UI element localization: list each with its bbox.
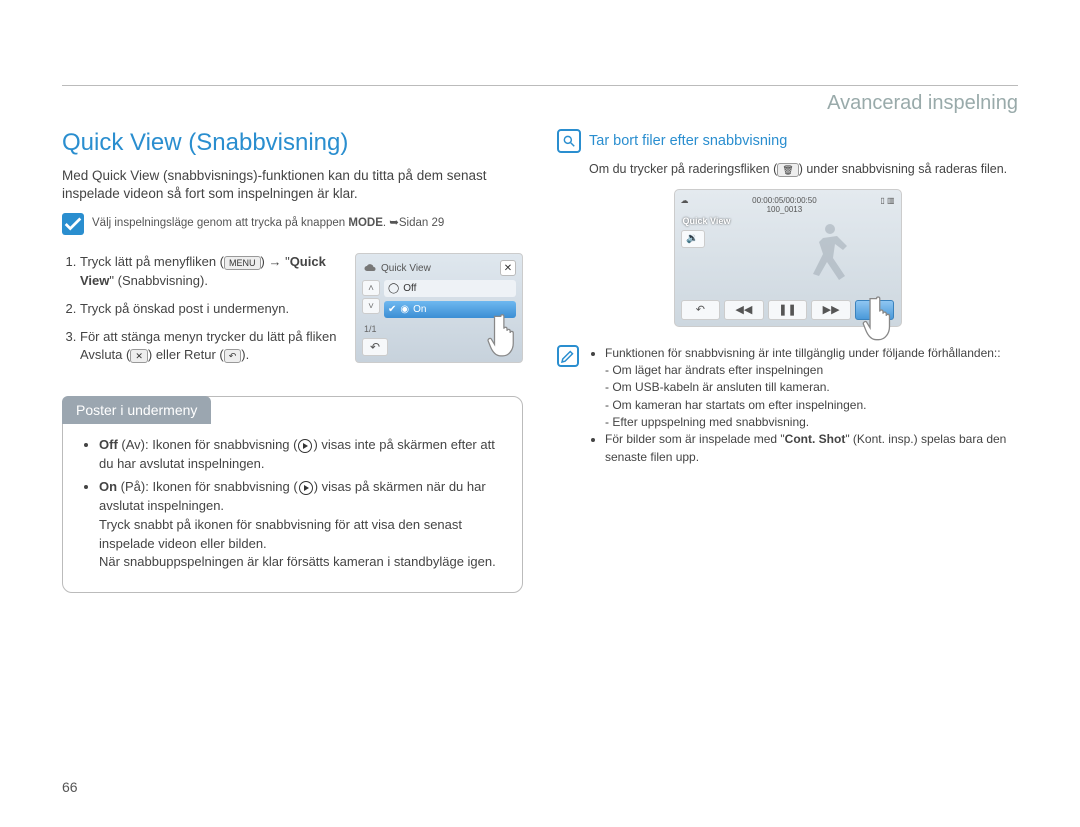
note2-pre: För bilder som är inspelade med " — [605, 432, 785, 446]
off-label: Off — [99, 437, 118, 452]
right-column: Tar bort filer efter snabbvisning Om du … — [557, 129, 1018, 593]
cloud-small-icon: ☁ — [681, 196, 689, 214]
note-sub-2: Om kameran har startats om efter inspeln… — [605, 397, 1018, 414]
rewind-button[interactable]: ◀◀ — [724, 300, 764, 320]
step-3: För att stänga menyn trycker du lätt på … — [80, 328, 341, 364]
pencil-note-icon — [557, 345, 579, 367]
note-sub-0: Om läget har ändrats efter inspelningen — [605, 362, 1018, 379]
mode-note: Välj inspelningsläge genom att trycka på… — [62, 213, 523, 235]
rdesc-pre: Om du trycker på raderingsfliken ( — [589, 162, 777, 176]
note-pre: Välj inspelningsläge genom att trycka på… — [92, 217, 348, 229]
check-small-icon: ✔ — [388, 304, 396, 315]
pause-button[interactable]: ❚❚ — [768, 300, 808, 320]
note-contshot: För bilder som är inspelade med "Cont. S… — [605, 431, 1018, 466]
step3-post: ). — [241, 347, 249, 362]
on-rest2: Tryck snabbt på ikonen för snabbvisning … — [99, 517, 462, 551]
on-label: On — [99, 479, 117, 494]
play-icon — [298, 439, 312, 453]
return-button[interactable]: ↶ — [681, 300, 721, 320]
section-title: Quick View (Snabbvisning) — [62, 129, 523, 157]
menu-off-label: Off — [403, 283, 416, 294]
submenu-header: Poster i undermeny — [62, 396, 211, 424]
step-2: Tryck på önskad post i undermenyn. — [80, 300, 341, 318]
hand-pointer-icon — [861, 290, 905, 344]
left-column: Quick View (Snabbvisning) Med Quick View… — [62, 129, 523, 593]
on-bullet-icon: ◉ — [400, 304, 409, 315]
note2-bold: Cont. Shot — [785, 432, 846, 446]
play-icon — [299, 481, 313, 495]
off-paren: (Av): Ikonen för snabbvisning ( — [118, 437, 298, 452]
step-1: Tryck lätt på menyfliken (MENU) → "Quick… — [80, 253, 341, 289]
step1-mid: ) → " — [261, 254, 290, 269]
right-description: Om du trycker på raderingsfliken (🗑) und… — [589, 161, 1018, 179]
mode-note-text: Välj inspelningsläge genom att trycka på… — [92, 213, 444, 232]
step3-mid: ) eller Retur ( — [148, 347, 224, 362]
volume-icon[interactable]: 🔉 — [681, 230, 705, 248]
note-sublist: Om läget har ändrats efter inspelningen … — [605, 362, 1018, 432]
arrow-down-icon[interactable]: ˅ — [362, 298, 380, 314]
menu-on-label: On — [413, 304, 426, 315]
close-icon[interactable]: ✕ — [500, 260, 516, 276]
submenu-item-off: Off (Av): Ikonen för snabbvisning () vis… — [99, 436, 502, 474]
steps-list: Tryck lätt på menyfliken (MENU) → "Quick… — [62, 253, 341, 374]
playback-screen-illustration: ☁ 00:00:05/00:00:50 100_0013 ▯ ▥ Quick V… — [674, 189, 902, 327]
breadcrumb: Avancerad inspelning — [62, 92, 1018, 115]
step1-post: " (Snabbvisning). — [109, 273, 208, 288]
divider-top — [62, 85, 1018, 86]
cloud-icon — [364, 262, 376, 274]
on-rest3: När snabbuppspelningen är klar försätts … — [99, 554, 496, 569]
menu-title-text: Quick View — [381, 263, 431, 274]
note-sub-3: Efter uppspelning med snabbvisning. — [605, 414, 1018, 431]
page-number: 66 — [62, 779, 78, 795]
time-readout: 00:00:05/00:00:50 — [752, 196, 817, 205]
close-chip-icon: ✕ — [130, 349, 148, 363]
trash-chip-icon: 🗑 — [777, 163, 798, 177]
rdesc-post: ) under snabbvisning så raderas filen. — [799, 162, 1007, 176]
note-intro-text: Funktionen för snabbvisning är inte till… — [605, 346, 1001, 360]
intro-text: Med Quick View (snabbvisnings)-funktione… — [62, 167, 523, 203]
return-chip-icon: ↶ — [224, 349, 242, 363]
menu-title: Quick View — [362, 260, 516, 280]
on-paren: (På): Ikonen för snabbvisning ( — [117, 479, 298, 494]
note-mode: MODE — [348, 217, 383, 229]
hand-pointer-icon — [486, 308, 528, 360]
menu-screen-illustration: ✕ Quick View ˄ ˅ ◯ Off — [355, 253, 523, 363]
step1-pre: Tryck lätt på menyfliken ( — [80, 254, 224, 269]
submenu-box: Poster i undermeny Off (Av): Ikonen för … — [62, 396, 523, 593]
count-readout: 100_0013 — [767, 205, 803, 214]
note-sub-1: Om USB-kabeln är ansluten till kameran. — [605, 379, 1018, 396]
magnifier-icon — [557, 129, 581, 153]
submenu-item-on: On (På): Ikonen för snabbvisning () visa… — [99, 478, 502, 572]
arrow-up-icon[interactable]: ˄ — [362, 280, 380, 296]
return-icon[interactable]: ↶ — [362, 338, 388, 356]
battery-icon: ▯ ▥ — [880, 196, 894, 214]
note-post: . ➥Sidan 29 — [383, 217, 444, 229]
menu-chip-icon: MENU — [224, 256, 261, 270]
menu-item-off[interactable]: ◯ Off — [384, 280, 516, 297]
note-intro: Funktionen för snabbvisning är inte till… — [605, 345, 1018, 432]
check-icon — [62, 213, 84, 235]
off-bullet-icon: ◯ — [388, 283, 399, 294]
right-section-title: Tar bort filer efter snabbvisning — [589, 133, 787, 149]
forward-button[interactable]: ▶▶ — [811, 300, 851, 320]
skater-figure-icon — [795, 218, 865, 294]
conditions-note: Funktionen för snabbvisning är inte till… — [557, 345, 1018, 467]
